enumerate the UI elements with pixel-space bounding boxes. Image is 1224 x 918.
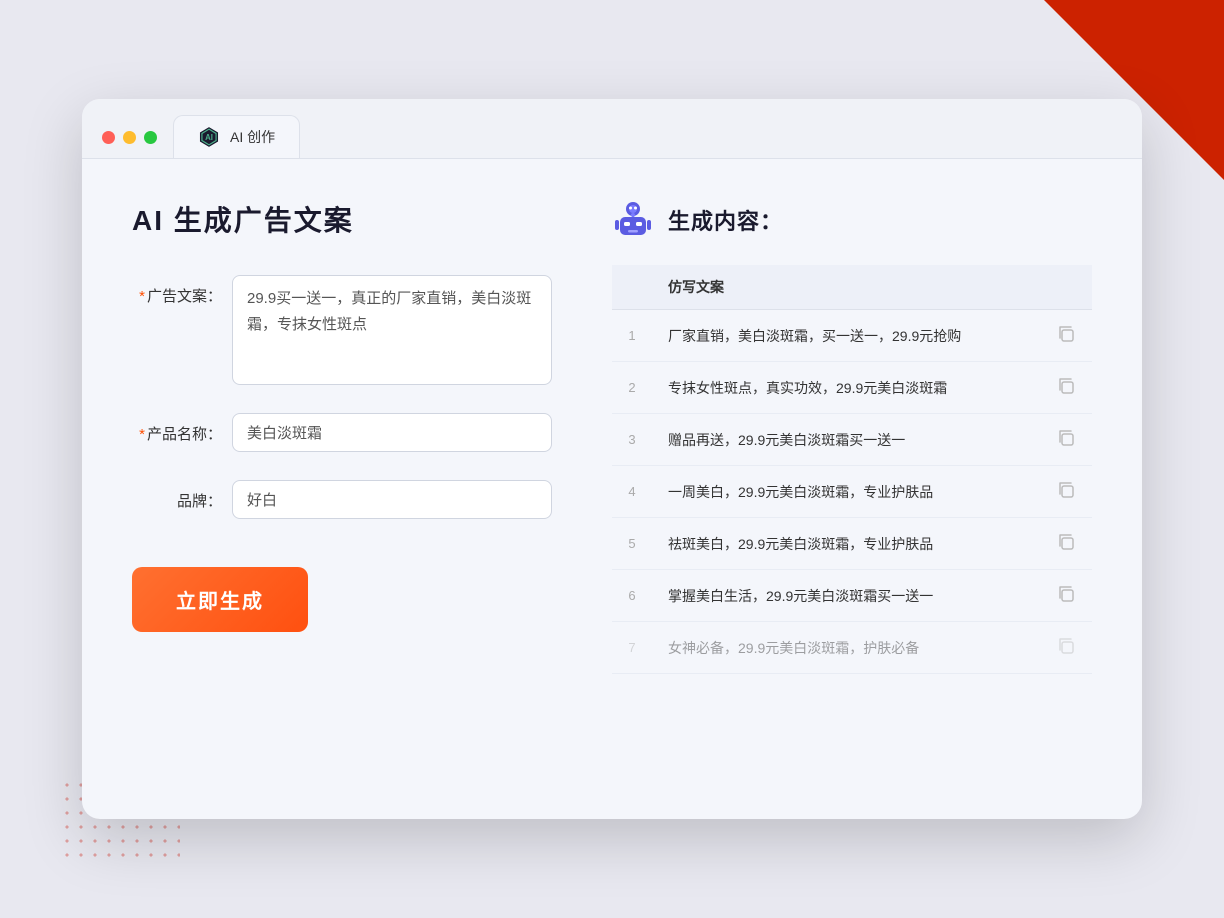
table-row: 1厂家直销，美白淡斑霜，买一送一，29.9元抢购 (612, 310, 1092, 362)
ad-copy-label: *广告文案： (132, 275, 222, 306)
table-row: 5祛斑美白，29.9元美白淡斑霜，专业护肤品 (612, 518, 1092, 570)
table-row: 7女神必备，29.9元美白淡斑霜，护肤必备 (612, 622, 1092, 674)
copy-cell[interactable] (1040, 518, 1092, 570)
results-header: 生成内容： (612, 199, 1092, 241)
row-index: 2 (612, 362, 652, 414)
product-name-label: *产品名称： (132, 413, 222, 444)
ai-tab-icon: AI (198, 126, 220, 148)
row-index: 4 (612, 466, 652, 518)
copy-icon[interactable] (1056, 480, 1076, 500)
product-name-row: *产品名称： (132, 413, 552, 452)
row-copy-text: 厂家直销，美白淡斑霜，买一送一，29.9元抢购 (652, 310, 1040, 362)
brand-row: 品牌： (132, 480, 552, 519)
right-panel: 生成内容： 仿写文案 1厂家直销，美白淡斑霜，买一送一，29.9元抢购 2专抹女… (612, 199, 1092, 769)
results-table: 仿写文案 1厂家直销，美白淡斑霜，买一送一，29.9元抢购 2专抹女性斑点，真实… (612, 265, 1092, 674)
row-copy-text: 专抹女性斑点，真实功效，29.9元美白淡斑霜 (652, 362, 1040, 414)
row-copy-text: 女神必备，29.9元美白淡斑霜，护肤必备 (652, 622, 1040, 674)
brand-input[interactable] (232, 480, 552, 519)
ad-required-star: * (139, 288, 145, 305)
table-row: 3赠品再送，29.9元美白淡斑霜买一送一 (612, 414, 1092, 466)
robot-icon (612, 199, 654, 241)
copy-cell[interactable] (1040, 622, 1092, 674)
left-panel: AI 生成广告文案 *广告文案： 29.9买一送一，真正的厂家直销，美白淡斑霜，… (132, 199, 552, 769)
copy-cell[interactable] (1040, 466, 1092, 518)
table-row: 4一周美白，29.9元美白淡斑霜，专业护肤品 (612, 466, 1092, 518)
index-column-header (612, 265, 652, 310)
copy-cell[interactable] (1040, 414, 1092, 466)
copy-icon[interactable] (1056, 532, 1076, 552)
action-column-header (1040, 265, 1092, 310)
copy-icon[interactable] (1056, 584, 1076, 604)
row-copy-text: 赠品再送，29.9元美白淡斑霜买一送一 (652, 414, 1040, 466)
table-row: 2专抹女性斑点，真实功效，29.9元美白淡斑霜 (612, 362, 1092, 414)
minimize-button[interactable] (123, 131, 136, 144)
copy-icon[interactable] (1056, 428, 1076, 448)
product-name-input[interactable] (232, 413, 552, 452)
brand-label: 品牌： (132, 480, 222, 511)
generate-button[interactable]: 立即生成 (132, 567, 308, 632)
copy-cell[interactable] (1040, 570, 1092, 622)
row-index: 6 (612, 570, 652, 622)
row-index: 1 (612, 310, 652, 362)
copy-icon[interactable] (1056, 376, 1076, 396)
right-title: 生成内容： (668, 204, 783, 236)
close-button[interactable] (102, 131, 115, 144)
ad-copy-input[interactable]: 29.9买一送一，真正的厂家直销，美白淡斑霜，专抹女性斑点 (232, 275, 552, 385)
row-copy-text: 一周美白，29.9元美白淡斑霜，专业护肤品 (652, 466, 1040, 518)
tab-label: AI 创作 (230, 127, 275, 147)
row-index: 3 (612, 414, 652, 466)
table-row: 6掌握美白生活，29.9元美白淡斑霜买一送一 (612, 570, 1092, 622)
browser-window: AI AI 创作 AI 生成广告文案 *广告文案： 29.9买一送一，真正的厂家… (82, 99, 1142, 819)
ai-tab[interactable]: AI AI 创作 (173, 115, 300, 158)
ad-copy-row: *广告文案： 29.9买一送一，真正的厂家直销，美白淡斑霜，专抹女性斑点 (132, 275, 552, 385)
product-required-star: * (139, 426, 145, 443)
copy-icon[interactable] (1056, 636, 1076, 656)
title-bar: AI AI 创作 (82, 99, 1142, 159)
copy-column-header: 仿写文案 (652, 265, 1040, 310)
row-copy-text: 掌握美白生活，29.9元美白淡斑霜买一送一 (652, 570, 1040, 622)
row-copy-text: 祛斑美白，29.9元美白淡斑霜，专业护肤品 (652, 518, 1040, 570)
copy-cell[interactable] (1040, 310, 1092, 362)
content-area: AI 生成广告文案 *广告文案： 29.9买一送一，真正的厂家直销，美白淡斑霜，… (82, 159, 1142, 819)
row-index: 7 (612, 622, 652, 674)
maximize-button[interactable] (144, 131, 157, 144)
window-controls (102, 131, 157, 158)
svg-text:AI: AI (205, 133, 213, 142)
copy-icon[interactable] (1056, 324, 1076, 344)
copy-cell[interactable] (1040, 362, 1092, 414)
row-index: 5 (612, 518, 652, 570)
page-title: AI 生成广告文案 (132, 199, 552, 239)
